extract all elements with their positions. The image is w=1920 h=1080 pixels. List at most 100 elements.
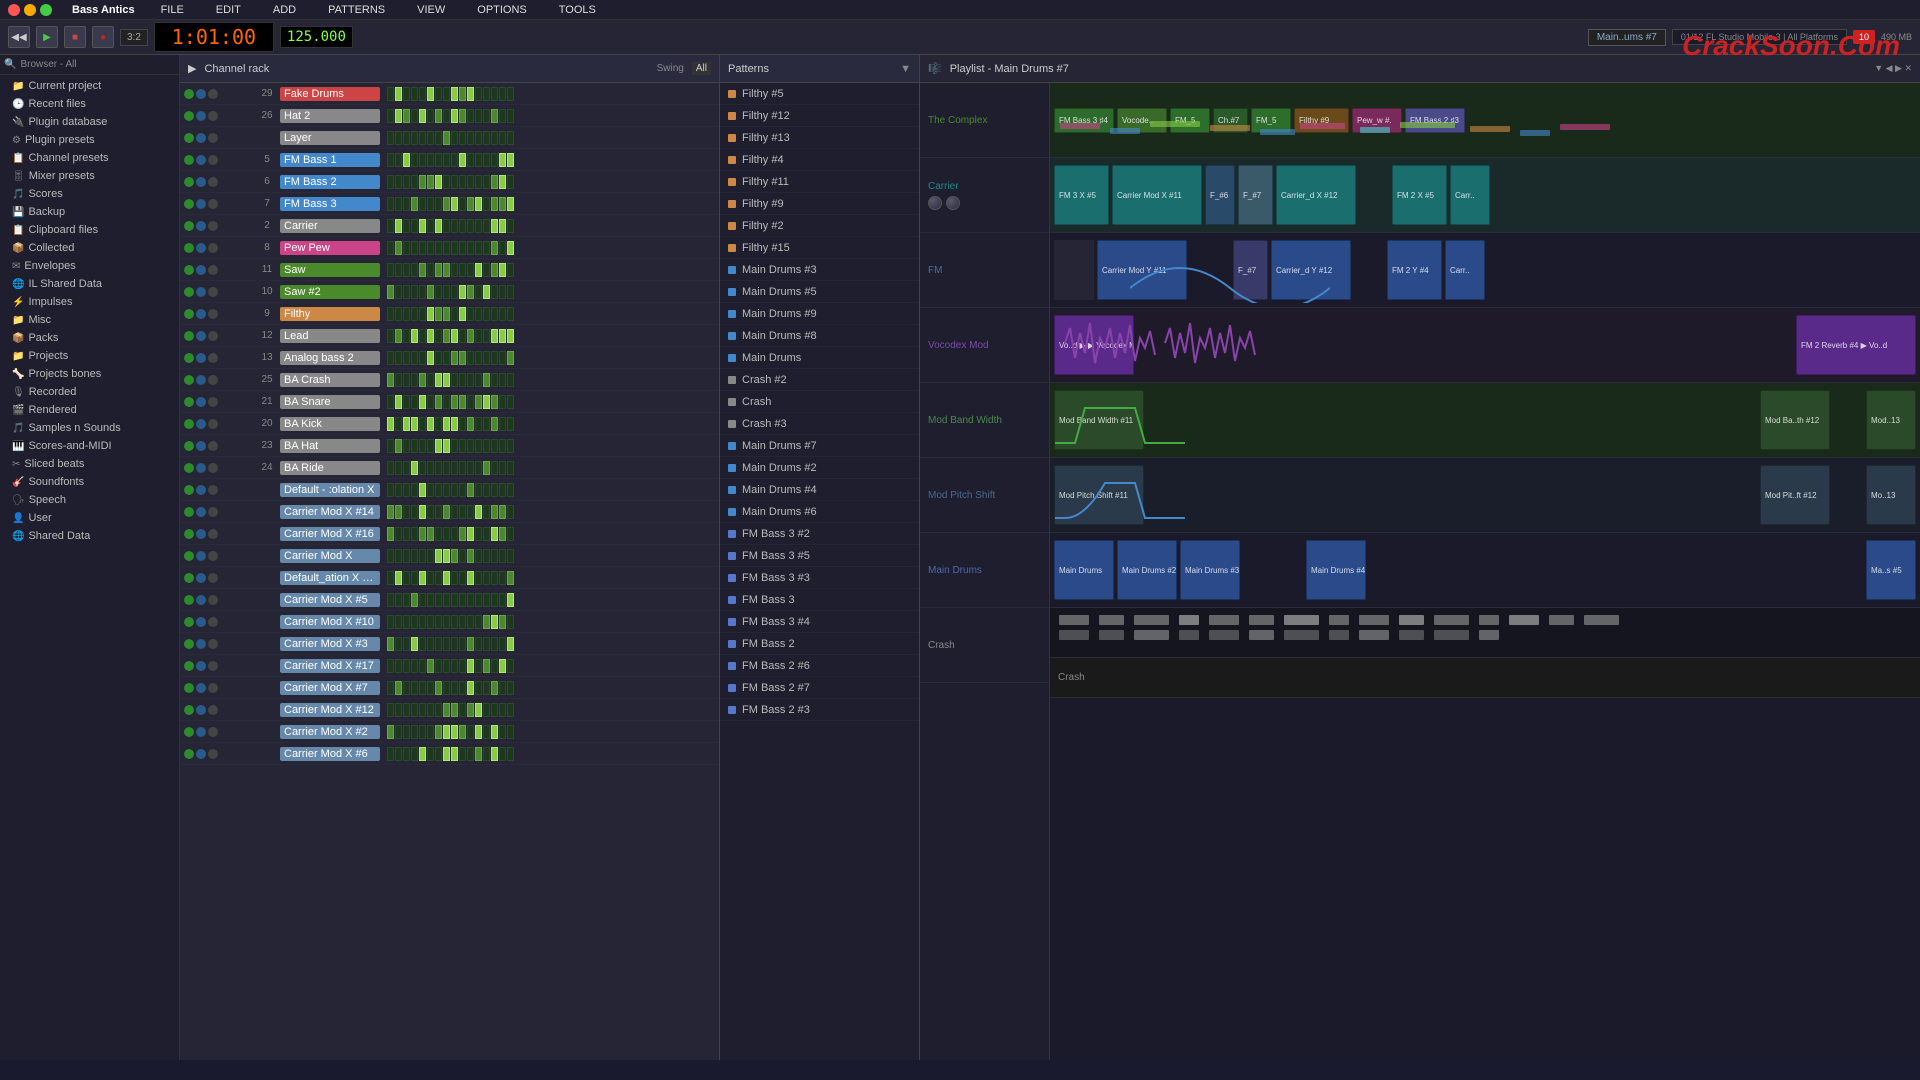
pad-20-9[interactable]	[459, 527, 466, 541]
sidebar-item-current-project[interactable]: 📁 Current project	[4, 77, 175, 95]
pad-27-1[interactable]	[395, 681, 402, 695]
pad-18-12[interactable]	[483, 483, 490, 497]
pad-18-2[interactable]	[403, 483, 410, 497]
channel-row-10[interactable]: 9Filthy	[180, 303, 719, 325]
ch-btn-green-7[interactable]	[184, 243, 194, 253]
pad-2-10[interactable]	[467, 131, 474, 145]
pad-27-14[interactable]	[499, 681, 506, 695]
pad-1-5[interactable]	[427, 109, 434, 123]
pad-9-9[interactable]	[459, 285, 466, 299]
pad-17-1[interactable]	[395, 461, 402, 475]
ch-name-28[interactable]: Carrier Mod X #12	[280, 703, 380, 717]
pad-5-4[interactable]	[419, 197, 426, 211]
pad-26-5[interactable]	[427, 659, 434, 673]
pad-4-11[interactable]	[475, 175, 482, 189]
channel-row-16[interactable]: 23BA Hat	[180, 435, 719, 457]
ch-btn-blue-1[interactable]	[196, 111, 206, 121]
pad-16-6[interactable]	[435, 439, 442, 453]
pad-26-4[interactable]	[419, 659, 426, 673]
ch-btn-green-20[interactable]	[184, 529, 194, 539]
pad-7-13[interactable]	[491, 241, 498, 255]
pad-28-4[interactable]	[419, 703, 426, 717]
ch-btn-16[interactable]	[208, 441, 218, 451]
pad-8-2[interactable]	[403, 263, 410, 277]
ch-btn-19[interactable]	[208, 507, 218, 517]
pad-29-13[interactable]	[491, 725, 498, 739]
pad-13-3[interactable]	[411, 373, 418, 387]
pad-4-7[interactable]	[443, 175, 450, 189]
channel-row-27[interactable]: Carrier Mod X #7	[180, 677, 719, 699]
pad-15-3[interactable]	[411, 417, 418, 431]
channel-row-23[interactable]: Carrier Mod X #5	[180, 589, 719, 611]
pad-19-5[interactable]	[427, 505, 434, 519]
pattern-item-16[interactable]: Main Drums #7	[720, 435, 919, 457]
pad-30-15[interactable]	[507, 747, 514, 761]
pad-24-3[interactable]	[411, 615, 418, 629]
pad-11-8[interactable]	[451, 329, 458, 343]
pad-8-5[interactable]	[427, 263, 434, 277]
pattern-item-8[interactable]: Main Drums #3	[720, 259, 919, 281]
ch-btn-green-13[interactable]	[184, 375, 194, 385]
pad-2-1[interactable]	[395, 131, 402, 145]
playlist-controls[interactable]: ▼ ◀ ▶ ✕	[1874, 63, 1912, 74]
pad-9-3[interactable]	[411, 285, 418, 299]
pad-1-8[interactable]	[451, 109, 458, 123]
pad-10-11[interactable]	[475, 307, 482, 321]
pad-0-9[interactable]	[459, 87, 466, 101]
ch-btn-26[interactable]	[208, 661, 218, 671]
track-label-fm[interactable]: FM	[920, 233, 1049, 308]
pad-5-11[interactable]	[475, 197, 482, 211]
record-button[interactable]: ●	[92, 26, 114, 48]
pad-3-14[interactable]	[499, 153, 506, 167]
pad-24-4[interactable]	[419, 615, 426, 629]
pad-3-13[interactable]	[491, 153, 498, 167]
pattern-item-1[interactable]: Filthy #12	[720, 105, 919, 127]
pad-8-10[interactable]	[467, 263, 474, 277]
pad-27-13[interactable]	[491, 681, 498, 695]
pad-3-7[interactable]	[443, 153, 450, 167]
ch-btn-green-15[interactable]	[184, 419, 194, 429]
pattern-item-11[interactable]: Main Drums #8	[720, 325, 919, 347]
pad-29-8[interactable]	[451, 725, 458, 739]
pad-1-12[interactable]	[483, 109, 490, 123]
ch-name-30[interactable]: Carrier Mod X #6	[280, 747, 380, 761]
sidebar-item-recent-files[interactable]: 🕒 Recent files	[4, 95, 175, 113]
menu-edit[interactable]: EDIT	[210, 2, 247, 18]
ch-btn-2[interactable]	[208, 133, 218, 143]
pad-0-13[interactable]	[491, 87, 498, 101]
block-fm2x[interactable]: FM 2 X #5	[1392, 165, 1447, 225]
ch-btn-0[interactable]	[208, 89, 218, 99]
ch-btn-12[interactable]	[208, 353, 218, 363]
pad-24-6[interactable]	[435, 615, 442, 629]
pad-14-4[interactable]	[419, 395, 426, 409]
pad-11-2[interactable]	[403, 329, 410, 343]
pad-8-4[interactable]	[419, 263, 426, 277]
ch-btn-green-18[interactable]	[184, 485, 194, 495]
ch-btn-green-24[interactable]	[184, 617, 194, 627]
ch-btn-7[interactable]	[208, 243, 218, 253]
sidebar-item-scores[interactable]: 🎵 Scores	[4, 185, 175, 203]
pad-22-0[interactable]	[387, 571, 394, 585]
pad-16-11[interactable]	[475, 439, 482, 453]
channel-row-19[interactable]: Carrier Mod X #14	[180, 501, 719, 523]
pad-25-5[interactable]	[427, 637, 434, 651]
ch-btn-green-1[interactable]	[184, 111, 194, 121]
pad-7-0[interactable]	[387, 241, 394, 255]
pad-24-11[interactable]	[475, 615, 482, 629]
pad-9-15[interactable]	[507, 285, 514, 299]
ch-name-18[interactable]: Default - :olation X	[280, 483, 380, 497]
ch-btn-green-22[interactable]	[184, 573, 194, 583]
pad-11-4[interactable]	[419, 329, 426, 343]
ch-btn-green-6[interactable]	[184, 221, 194, 231]
ch-btn-blue-16[interactable]	[196, 441, 206, 451]
sidebar-item-samples[interactable]: 🎵 Samples n Sounds	[4, 419, 175, 437]
pad-25-2[interactable]	[403, 637, 410, 651]
pad-26-0[interactable]	[387, 659, 394, 673]
pad-1-15[interactable]	[507, 109, 514, 123]
pad-24-10[interactable]	[467, 615, 474, 629]
pad-12-4[interactable]	[419, 351, 426, 365]
pad-14-12[interactable]	[483, 395, 490, 409]
pad-6-10[interactable]	[467, 219, 474, 233]
pad-14-6[interactable]	[435, 395, 442, 409]
channel-row-2[interactable]: Layer	[180, 127, 719, 149]
